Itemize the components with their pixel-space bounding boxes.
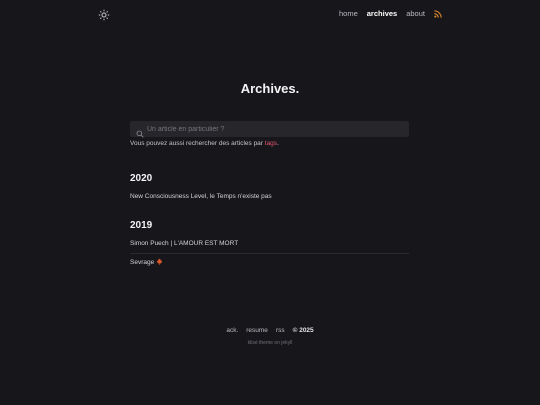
- search-input[interactable]: [147, 125, 397, 133]
- footer-resume-link[interactable]: resume: [246, 327, 268, 334]
- search-hint-text: Vous pouvez aussi rechercher des article…: [130, 140, 265, 147]
- page-title: Archives.: [240, 81, 300, 96]
- archive-post-title: Sevrage: [130, 259, 155, 266]
- search-icon: [136, 125, 144, 138]
- rss-icon[interactable]: [434, 9, 442, 18]
- footer-rss-link[interactable]: rss: [276, 327, 285, 334]
- search-box: [130, 121, 409, 138]
- footer-links: ack. resume rss © 2025: [0, 327, 540, 334]
- main-nav: home archives about: [339, 9, 442, 18]
- search-hint-end: .: [277, 140, 279, 147]
- post-divider: [130, 253, 409, 254]
- nav-about-link[interactable]: about: [406, 9, 425, 18]
- archive-year-heading: 2020: [130, 173, 153, 184]
- footer-copyright: © 2025: [292, 327, 314, 334]
- nav-archives-link[interactable]: archives: [367, 9, 397, 18]
- footer-ack-link[interactable]: ack.: [226, 327, 238, 334]
- nav-home-link[interactable]: home: [339, 9, 358, 18]
- maple-leaf-icon: [156, 258, 163, 265]
- theme-toggle-sun-icon[interactable]: [98, 8, 110, 21]
- archive-post-link[interactable]: Sevrage: [130, 258, 163, 266]
- search-hint: Vous pouvez aussi rechercher des article…: [130, 140, 279, 147]
- archive-post-link[interactable]: New Consciousness Level, le Temps n'exis…: [130, 193, 272, 200]
- archive-year-heading: 2019: [130, 220, 153, 231]
- footer-credit: klisé theme on jekyll: [247, 340, 293, 346]
- site-header: home archives about: [0, 0, 540, 28]
- archive-post-link[interactable]: Simon Puech | L'AMOUR EST MORT: [130, 240, 238, 247]
- tags-link[interactable]: tags: [265, 140, 277, 147]
